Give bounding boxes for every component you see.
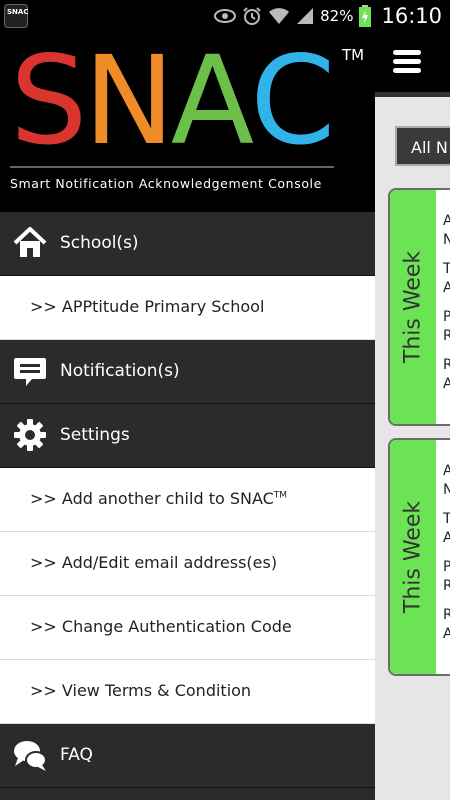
battery-percent: 82% — [320, 7, 354, 25]
drawer-item-notifications[interactable]: Notification(s) — [0, 340, 375, 404]
logo-subtitle: Smart Notification Acknowledgement Conso… — [10, 176, 322, 191]
drawer-item-settings[interactable]: Settings — [0, 404, 375, 468]
main-page-behind-drawer: All N This Week ANTAPRRA This Week ANTAP… — [375, 32, 450, 800]
settings-item-label: >> Add another child to SNACTM — [30, 489, 288, 508]
week-tag: This Week — [390, 440, 436, 674]
battery-icon — [359, 5, 372, 27]
drawer-item-schools[interactable]: School(s) — [0, 212, 375, 276]
settings-item-label: >> Add/Edit email address(es) — [30, 553, 278, 572]
card-preview-text: ANTAPRRA — [443, 212, 450, 404]
drawer-item-label: FAQ — [60, 745, 93, 765]
settings-item-add-child[interactable]: >> Add another child to SNACTM — [0, 468, 375, 532]
clock: 16:10 — [381, 4, 442, 28]
hamburger-menu-icon[interactable] — [393, 50, 421, 74]
status-bar: SNAC 82% 16:10 — [0, 0, 450, 32]
week-tag: This Week — [390, 190, 436, 424]
main-toolbar — [375, 32, 450, 92]
message-icon — [12, 353, 48, 389]
settings-item-label: >> View Terms & Condition — [30, 681, 252, 700]
alarm-icon — [242, 6, 262, 26]
gear-icon — [12, 417, 48, 453]
snac-logo: S N A C TM Smart Notification Acknowledg… — [0, 32, 375, 212]
toolbar-divider — [375, 92, 450, 97]
drawer-item-label: Settings — [60, 425, 130, 445]
signal-icon — [296, 7, 314, 25]
settings-item-label: >> Change Authentication Code — [30, 617, 292, 636]
notification-card[interactable]: This Week ANTAPRRA — [388, 188, 450, 426]
notification-card[interactable]: This Week ANTAPRRA — [388, 438, 450, 676]
drawer-item-faq[interactable]: FAQ — [0, 724, 375, 788]
home-icon — [12, 225, 48, 261]
logo-letter-s: S — [10, 30, 87, 172]
filter-dropdown[interactable]: All N — [395, 126, 450, 166]
snac-app-icon: SNAC — [4, 4, 28, 28]
navigation-drawer: S N A C TM Smart Notification Acknowledg… — [0, 32, 375, 800]
settings-item-view-terms[interactable]: >> View Terms & Condition — [0, 660, 375, 724]
logo-trademark: TM — [342, 46, 365, 64]
eye-icon — [214, 9, 237, 23]
chat-bubbles-icon — [12, 737, 48, 773]
logo-letter-n: N — [83, 30, 174, 172]
card-preview-text: ANTAPRRA — [443, 462, 450, 654]
logo-divider — [10, 166, 334, 168]
school-item-apptitude[interactable]: >> APPtitude Primary School — [0, 276, 375, 340]
settings-item-edit-email[interactable]: >> Add/Edit email address(es) — [0, 532, 375, 596]
drawer-item-label: Notification(s) — [60, 361, 180, 381]
wifi-icon — [268, 7, 290, 25]
school-item-label: >> APPtitude Primary School — [30, 297, 265, 316]
drawer-item-label: School(s) — [60, 233, 139, 253]
settings-item-change-auth-code[interactable]: >> Change Authentication Code — [0, 596, 375, 660]
logo-letter-c: C — [250, 30, 335, 172]
logo-letter-a: A — [170, 30, 254, 172]
